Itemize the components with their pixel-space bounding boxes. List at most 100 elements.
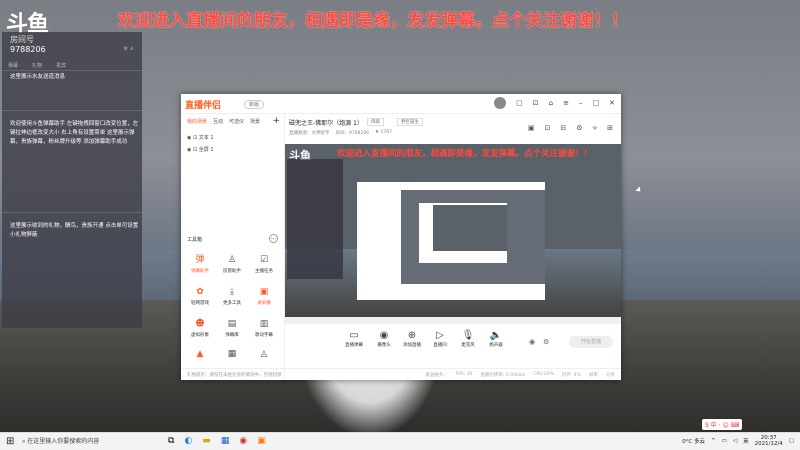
tool-light-game[interactable]: ✿ 轻网游戏 [185, 286, 215, 306]
tool-lyrics[interactable]: ▥ 歌词字幕 [249, 318, 279, 338]
add-scene-button[interactable]: + [272, 116, 280, 126]
share-icon[interactable]: ⟡ [592, 124, 597, 133]
layout-icon[interactable]: ⊞ [607, 124, 613, 133]
subtitle-icon: ▥ [259, 319, 269, 329]
user-icon[interactable]: ♙ [130, 46, 134, 52]
chevron-up-icon[interactable]: ^ [711, 438, 716, 444]
avatar[interactable] [494, 97, 507, 109]
room-chip[interactable]: 佛耶 [367, 118, 384, 126]
tab-gift[interactable]: 礼物 [32, 62, 42, 69]
notification-icon[interactable]: ▢ [789, 438, 794, 444]
close-icon[interactable]: ✕ [609, 99, 615, 109]
start-live-button[interactable]: 开始直播 [569, 336, 613, 348]
lock-icon[interactable]: ⊡ [193, 147, 197, 153]
pin-icon[interactable]: ⌂ [549, 99, 553, 109]
ime-indicator[interactable]: 英 [743, 437, 749, 445]
control-label: 直播间 [433, 343, 447, 348]
taskbar: ⊞ ⌕ 在这里输入你要搜索的内容 ⧉ ◐ ▬ ▦ ◉ ▣ 0°C 多云 ^ ▭ … [0, 432, 800, 450]
taskbar-search[interactable]: ⌕ 在这里输入你要搜索的内容 [22, 436, 99, 446]
status-item: 直播比特率: 0.00kb/s [480, 373, 526, 378]
panel-tabs[interactable]: 弹幕 礼物 贵宾 [8, 62, 136, 69]
speaker-icon: 🔈 [489, 330, 503, 341]
explorer-icon[interactable]: ▬ [202, 436, 211, 446]
tab-scene[interactable]: 场景 [250, 118, 260, 125]
status-item[interactable]: 分享 [606, 372, 615, 378]
tab-my-scene[interactable]: 我的场景 [187, 118, 207, 125]
windows-start-icon[interactable]: ⊞ [6, 436, 14, 447]
camera-button[interactable]: ◉ 摄像头 [371, 330, 397, 348]
tool-extra-2[interactable]: ▦ [217, 348, 247, 362]
danmaku-button[interactable]: ▭ 直播弹幕 [341, 330, 367, 348]
status-notice: 礼物提示：请勿在未经允许的情况中，否则封禁 [187, 373, 282, 378]
tool-extra-1[interactable]: ▲ [185, 348, 215, 362]
douyu-app-icon[interactable]: ▣ [257, 436, 266, 446]
save-icon[interactable]: ⊟ [560, 124, 566, 133]
preview-nested [401, 190, 545, 284]
weather[interactable]: 0°C 多云 [682, 437, 705, 445]
user-icon: ♙ [227, 255, 237, 265]
live-companion-window[interactable]: 直播伴侣 新版 ▢ ⊡ ⌂ ≡ – □ ✕ 我的场景 互动 可选仪 场景 + ◉… [181, 94, 621, 380]
tool-streamer-tasks[interactable]: ☑ 主播任务 [249, 254, 279, 274]
stream-preview[interactable]: 斗鱼 欢迎进入直播间的朋友，相遇即是缘，发发弹幕。点个关注谢谢！！ [285, 144, 621, 324]
version-badge[interactable]: 新版 [244, 100, 265, 109]
app-logo: 直播伴侣 [185, 101, 222, 111]
overlay-marquee: 欢迎进入直播间的朋友，相遇即是缘，发发弹幕。点个关注谢谢！！ [118, 11, 628, 31]
ime-toolbar[interactable]: S 中 · ☺ ⌨ [702, 419, 743, 430]
danmaku-helper-panel[interactable]: 房间号 9788206 ⚙ ♙ 弹幕 礼物 贵宾 这里展示水友送道消息 欢迎使用… [2, 32, 142, 328]
lock-icon[interactable]: ⊡ [544, 124, 550, 133]
tool-avatar[interactable]: ☻ 虚拟形象 [185, 318, 215, 338]
eye-icon[interactable]: ◉ [187, 147, 191, 153]
gift-icon[interactable]: ▣ [528, 124, 535, 133]
lock-icon[interactable]: ⊡ [193, 135, 197, 141]
source-item[interactable]: ◉ ⊡ 全屏 1 [187, 146, 214, 153]
settings-icon[interactable]: ⚙ [123, 46, 127, 52]
main-area: 磁兜之王-佛耶尔（炮源 1） 佛耶 野巨篇生 直播频道：大神捉字 房间：9788… [285, 114, 621, 380]
tool-danmaku-lib[interactable]: ▤ 弹幕库 [217, 318, 247, 338]
triangle-icon: ▲ [196, 349, 204, 359]
minimize-icon[interactable]: – [579, 99, 583, 109]
tool-room-admin[interactable]: ♙ 房管助手 [217, 254, 247, 274]
main-toolbar[interactable]: ▣ ⊡ ⊟ ⚙ ⟡ ⊞ [528, 124, 613, 133]
record-icon[interactable]: ◉ [529, 338, 535, 346]
tab-danmaku[interactable]: 弹幕 [8, 62, 18, 69]
tab-interact[interactable]: 互动 [213, 118, 223, 125]
tab-vip[interactable]: 贵宾 [56, 62, 66, 69]
store-icon[interactable]: ▦ [221, 436, 230, 446]
titlebar[interactable]: 直播伴侣 新版 ▢ ⊡ ⌂ ≡ – □ ✕ [181, 94, 621, 114]
tool-record[interactable]: ▣ 录屏播 [249, 286, 279, 306]
toolbox-more-button[interactable]: … [269, 234, 278, 243]
maximize-icon[interactable]: □ [593, 99, 600, 109]
menu-icon[interactable]: ≡ [563, 99, 569, 109]
tab-optional[interactable]: 可选仪 [229, 118, 244, 125]
notice-gifts: 这里展示收到的礼物，酬鸟，贵族开通 点击单可设置小礼物屏蔽 [10, 223, 139, 238]
chat-icon[interactable]: ▢ [516, 99, 523, 109]
room-chip[interactable]: 野巨篇生 [397, 118, 423, 126]
eye-icon[interactable]: ◉ [187, 135, 191, 141]
lock-icon[interactable]: ⊡ [533, 99, 539, 109]
network-icon[interactable]: ▭ [722, 438, 727, 444]
camera-icon: ◉ [379, 330, 389, 341]
add-source-button[interactable]: ⊕ 添加直播 [399, 330, 425, 348]
scene-tabs[interactable]: 我的场景 互动 可选仪 场景 [187, 118, 260, 125]
clock[interactable]: 20:37 2021/12/4 [755, 435, 783, 447]
source-item-label: 文本 1 [198, 135, 214, 141]
window-controls[interactable]: ▢ ⊡ ⌂ ≡ – □ ✕ [494, 97, 615, 109]
tool-danmaku-helper[interactable]: 弹 弹幕助手 [185, 254, 215, 274]
tool-more[interactable]: ⤓ 更多工具 [217, 286, 247, 306]
source-item[interactable]: ◉ ⊡ 文本 1 [187, 134, 214, 141]
chrome-icon[interactable]: ◉ [239, 436, 247, 446]
panel-icons[interactable]: ⚙ ♙ [123, 46, 134, 52]
edge-icon[interactable]: ◐ [184, 436, 192, 446]
task-view-icon[interactable]: ⧉ [168, 436, 174, 446]
live-room-button[interactable]: ▷ 直播间 [427, 330, 453, 348]
control-label: 扬声器 [489, 343, 503, 348]
microphone-button[interactable]: 🎙 麦克风 [455, 330, 481, 348]
volume-icon[interactable]: ◁ [733, 438, 737, 444]
tool-label: 轻网游戏 [191, 301, 209, 306]
status-item: 内存: 4% [561, 373, 581, 378]
settings-icon[interactable]: ⚙ [543, 338, 549, 346]
tool-extra-3[interactable]: ◬ [249, 348, 279, 362]
settings-icon[interactable]: ⚙ [576, 124, 582, 133]
speaker-button[interactable]: 🔈 扬声器 [483, 330, 509, 348]
control-bar: ▭ 直播弹幕 ◉ 摄像头 ⊕ 添加直播 ▷ 直播间 🎙 麦克风 🔈 扬声器 ◉ … [285, 328, 621, 358]
